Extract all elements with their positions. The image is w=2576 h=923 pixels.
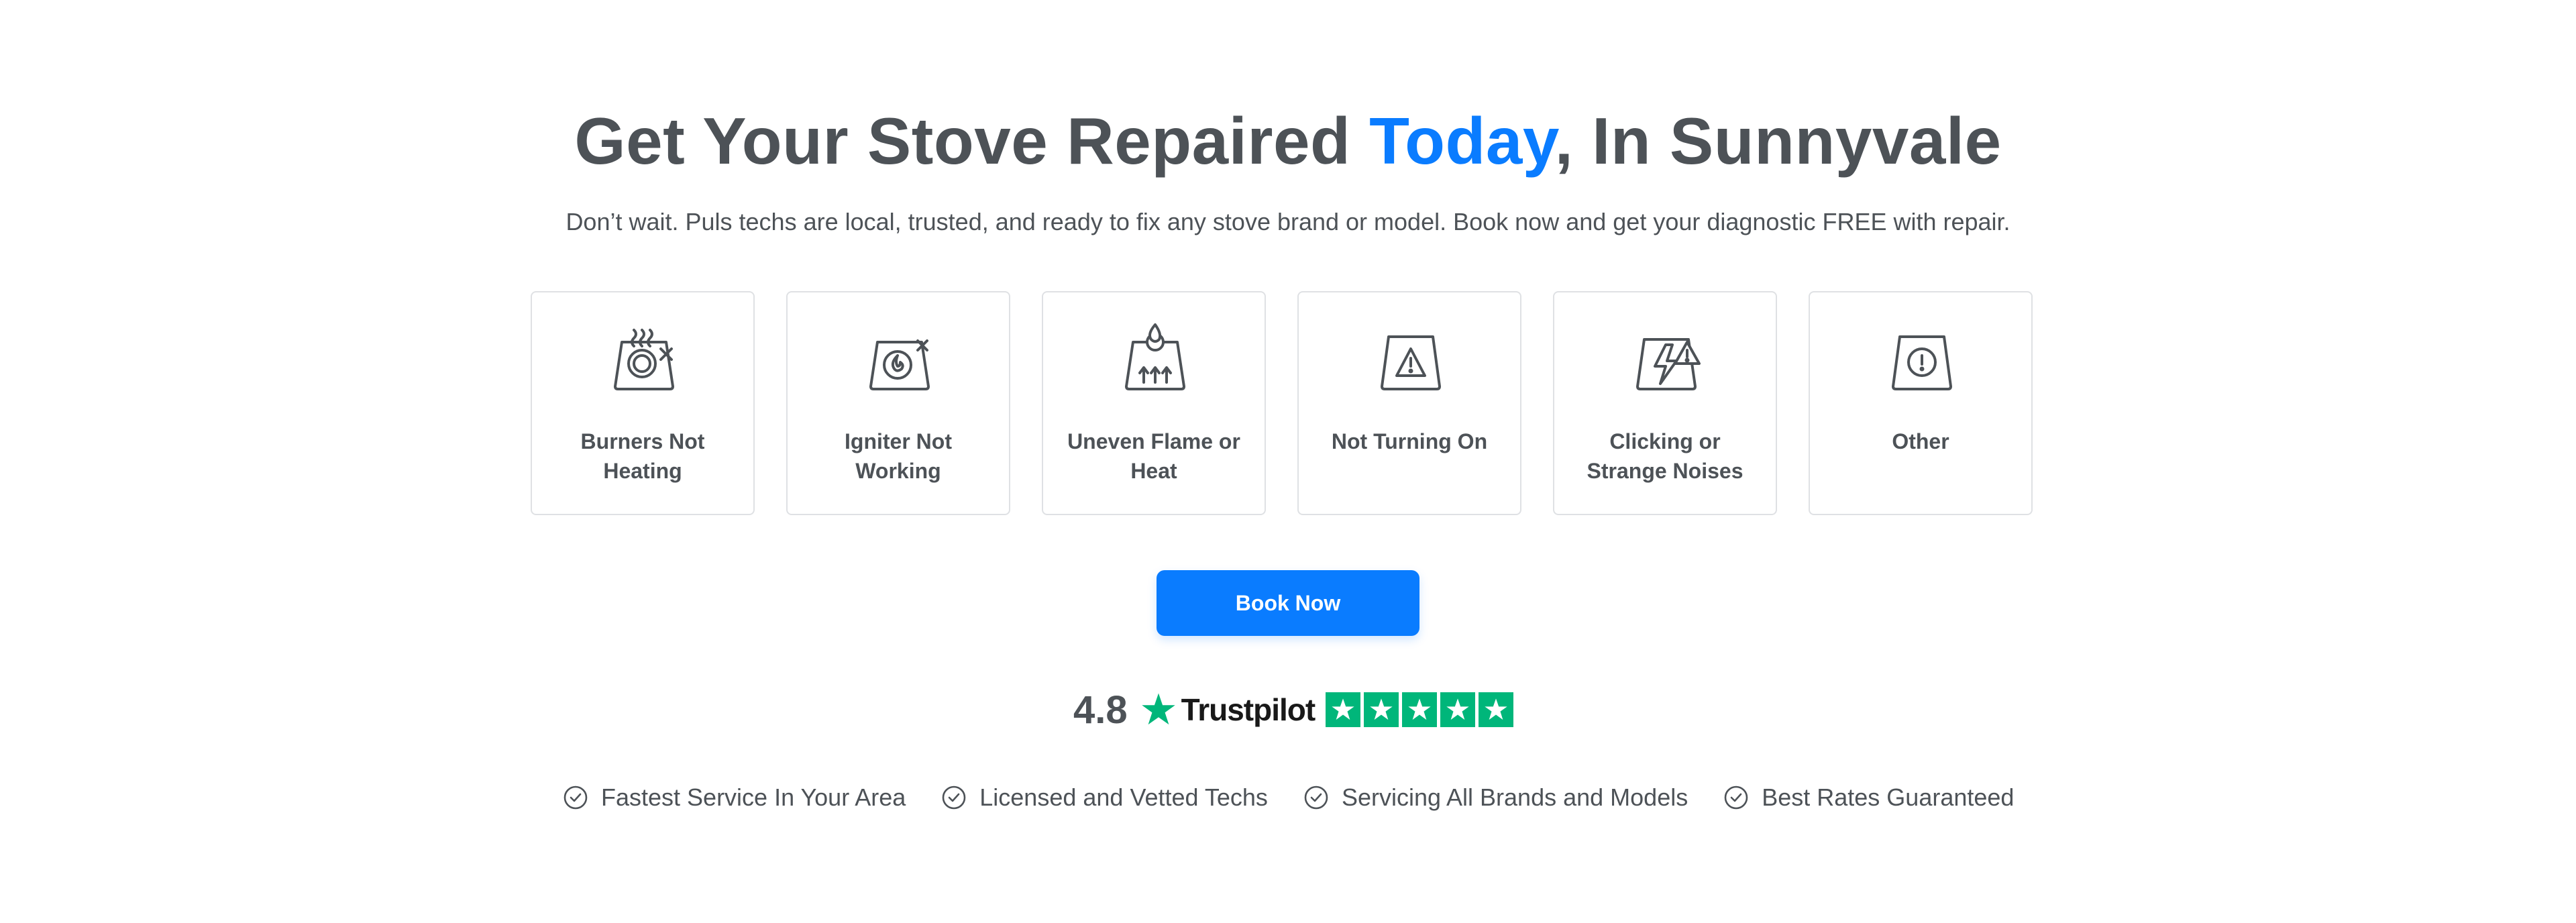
- issue-label: Uneven Flame or Heat: [1067, 429, 1240, 483]
- trustpilot-star-icon: [1141, 693, 1175, 725]
- issue-label: Other: [1892, 429, 1949, 453]
- issue-label: Igniter Not Working: [845, 429, 952, 483]
- rating-stars: [1326, 692, 1514, 727]
- check-circle-icon: [1724, 785, 1748, 810]
- star-icon: [1326, 692, 1361, 727]
- trustpilot-logo: Trustpilot: [1181, 692, 1316, 727]
- issue-card-burners-not-heating[interactable]: Burners Not Heating: [531, 291, 755, 515]
- check-circle-icon: [564, 785, 588, 810]
- issue-card-uneven-flame[interactable]: Uneven Flame or Heat: [1042, 291, 1266, 515]
- uneven-flame-icon: [1118, 322, 1192, 396]
- trustpilot-rating[interactable]: 4.8 Trustpilot: [1073, 688, 1514, 732]
- lightning-warning-icon: [1629, 322, 1703, 396]
- subheading: Don’t wait. Puls techs are local, truste…: [566, 208, 2010, 235]
- exclamation-circle-icon: [1885, 322, 1959, 396]
- page: Get Your Stove Repaired Today, In Sunnyv…: [0, 0, 2576, 923]
- star-icon: [1479, 692, 1514, 727]
- book-now-button[interactable]: Book Now: [1157, 570, 1419, 636]
- issue-label: Clicking or Strange Noises: [1587, 429, 1743, 483]
- star-icon: [1364, 692, 1399, 727]
- feature-text: Best Rates Guaranteed: [1762, 783, 2015, 811]
- burner-not-heating-icon: [607, 322, 681, 396]
- warning-triangle-icon: [1374, 322, 1448, 396]
- star-icon: [1440, 692, 1476, 727]
- star-icon: [1402, 692, 1438, 727]
- feature-text: Fastest Service In Your Area: [601, 783, 906, 811]
- page-title: Get Your Stove Repaired Today, In Sunnyv…: [0, 101, 2576, 181]
- issue-label: Burners Not Heating: [580, 429, 705, 483]
- check-circle-icon: [942, 785, 966, 810]
- feature-list: Fastest Service In Your Area Licensed an…: [562, 783, 2014, 812]
- issue-card-clicking-noises[interactable]: Clicking or Strange Noises: [1553, 291, 1777, 515]
- feature-item: Fastest Service In Your Area: [562, 783, 906, 812]
- issue-card-not-turning-on[interactable]: Not Turning On: [1297, 291, 1521, 515]
- feature-item: Servicing All Brands and Models: [1303, 783, 1688, 812]
- rating-value: 4.8: [1073, 688, 1128, 732]
- feature-text: Licensed and Vetted Techs: [979, 783, 1268, 811]
- feature-text: Servicing All Brands and Models: [1341, 783, 1688, 811]
- check-circle-icon: [1304, 785, 1328, 810]
- igniter-not-working-icon: [863, 322, 936, 396]
- feature-item: Best Rates Guaranteed: [1723, 783, 2014, 812]
- issue-card-igniter-not-working[interactable]: Igniter Not Working: [786, 291, 1010, 515]
- issue-card-other[interactable]: Other: [1809, 291, 2033, 515]
- title-part-1: Get Your Stove Repaired: [574, 104, 1370, 178]
- issue-options: Burners Not Heating Igniter Not Working: [531, 291, 2033, 515]
- title-accent: Today: [1369, 104, 1555, 178]
- issue-label: Not Turning On: [1331, 429, 1488, 453]
- feature-item: Licensed and Vetted Techs: [941, 783, 1268, 812]
- title-part-2: , In Sunnyvale: [1554, 104, 2002, 178]
